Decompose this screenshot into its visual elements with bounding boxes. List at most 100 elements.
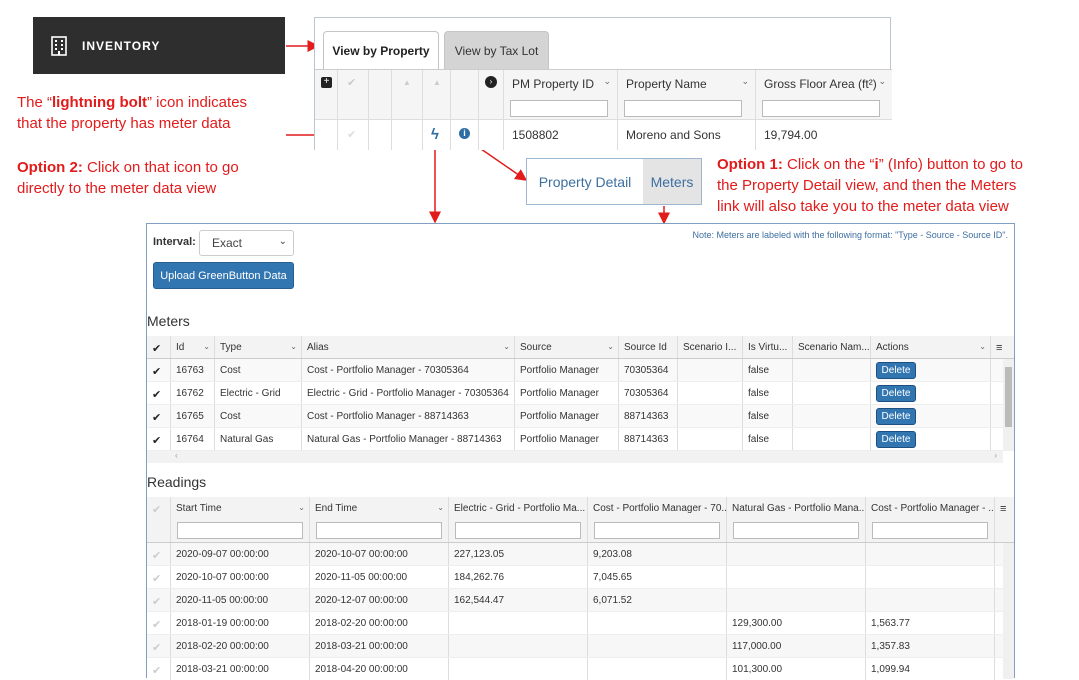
check-icon[interactable]: ✔: [152, 573, 161, 585]
row-check-cell: ✔: [147, 428, 171, 450]
reading-end-cell: 2018-04-20 00:00:00: [310, 658, 449, 680]
chevron-down-icon[interactable]: ⌄: [878, 76, 886, 87]
reading-row[interactable]: ✔ 2020-09-07 00:00:00 2020-10-07 00:00:00 2…: [147, 543, 1003, 566]
delete-button[interactable]: Delete: [876, 385, 916, 402]
meter-type-cell: Electric - Grid: [215, 382, 302, 404]
reading-start-cell: 2018-03-21 00:00:00: [171, 658, 310, 680]
chevron-right-icon[interactable]: ›: [485, 76, 497, 88]
upload-greenbutton-button[interactable]: Upload GreenButton Data: [153, 262, 294, 289]
check-icon[interactable]: ✔: [152, 619, 161, 631]
reading-row[interactable]: ✔ 2020-10-07 00:00:00 2020-11-05 00:00:00 1…: [147, 566, 1003, 589]
chevron-down-icon[interactable]: ⌄: [437, 503, 444, 512]
reading-row[interactable]: ✔ 2018-03-21 00:00:00 2018-04-20 00:00:00 1…: [147, 658, 1003, 680]
check-icon[interactable]: ✔: [152, 343, 161, 355]
chevron-down-icon[interactable]: ⌄: [503, 342, 510, 351]
chevron-down-icon: ⌄: [278, 236, 287, 247]
pm-property-id-value: 1508802: [512, 128, 559, 142]
chevron-down-icon[interactable]: ⌄: [290, 342, 297, 351]
chevron-down-icon[interactable]: ⌄: [603, 76, 611, 87]
scroll-left-icon[interactable]: ‹: [175, 451, 178, 460]
lightning-bolt-icon[interactable]: ϟ: [431, 126, 439, 143]
check-icon[interactable]: ✔: [152, 435, 161, 447]
delete-button[interactable]: Delete: [876, 431, 916, 448]
filter-input-cost2[interactable]: [872, 522, 988, 539]
sort-up-icon[interactable]: ▲: [403, 78, 411, 87]
filter-input-pm-id[interactable]: [510, 100, 608, 117]
filter-input-electric[interactable]: [455, 522, 581, 539]
check-icon[interactable]: ✔: [152, 665, 161, 677]
reading-start-cell: 2020-10-07 00:00:00: [171, 566, 310, 588]
property-detail-nav: Property Detail Meters: [526, 158, 702, 205]
meters-link[interactable]: Meters: [643, 159, 701, 204]
property-detail-link[interactable]: Property Detail: [527, 159, 643, 204]
reading-row[interactable]: ✔ 2018-01-19 00:00:00 2018-02-20 00:00:00 1…: [147, 612, 1003, 635]
check-icon[interactable]: ✔: [347, 76, 356, 89]
info-icon[interactable]: i: [459, 128, 470, 139]
annotation-text: ” icon indicates: [146, 94, 248, 111]
reading-row[interactable]: ✔ 2018-02-20 00:00:00 2018-03-21 00:00:00 1…: [147, 635, 1003, 658]
reading-cost2-cell: [866, 566, 995, 588]
filter-input-gas[interactable]: [733, 522, 859, 539]
menu-icon[interactable]: ≡: [996, 342, 1002, 354]
col-header-actions: Actions: [876, 342, 909, 353]
meter-row[interactable]: ✔ 16765 Cost Cost - Portfolio Manager - 887…: [147, 405, 1003, 428]
chevron-down-icon[interactable]: ⌄: [979, 342, 986, 351]
vertical-scrollbar[interactable]: [1003, 359, 1014, 451]
reading-start-cell: 2018-02-20 00:00:00: [171, 635, 310, 657]
actions-cell: Delete: [871, 382, 991, 404]
add-column-icon[interactable]: +: [321, 77, 332, 88]
chevron-down-icon[interactable]: ⌄: [741, 76, 749, 87]
meter-row[interactable]: ✔ 16764 Natural Gas Natural Gas - Portfolio…: [147, 428, 1003, 451]
reading-end-cell: 2020-11-05 00:00:00: [310, 566, 449, 588]
reading-end-cell: 2018-02-20 00:00:00: [310, 612, 449, 634]
meter-row[interactable]: ✔ 16763 Cost Cost - Portfolio Manager - 703…: [147, 359, 1003, 382]
tab-view-by-property[interactable]: View by Property: [323, 31, 439, 69]
horizontal-scrollbar[interactable]: ‹ ›: [147, 451, 1003, 463]
filter-input-end-time[interactable]: [316, 522, 442, 539]
filter-input-cost1[interactable]: [594, 522, 720, 539]
annotation-text: directly to the meter data view: [17, 180, 217, 197]
col-header-cost-70305364: Cost - Portfolio Manager - 70...: [593, 503, 727, 514]
check-icon[interactable]: ✔: [152, 550, 161, 562]
readings-section-title: Readings: [147, 474, 207, 490]
filter-input-gfa[interactable]: [762, 100, 880, 117]
row-check-cell: ✔: [147, 382, 171, 404]
check-icon[interactable]: ✔: [152, 596, 161, 608]
check-icon[interactable]: ✔: [152, 366, 161, 378]
interval-select[interactable]: Exact ⌄: [199, 230, 294, 256]
annotation-text: The “: [17, 94, 53, 111]
check-icon[interactable]: ✔: [347, 128, 356, 141]
meter-row[interactable]: ✔ 16762 Electric - Grid Electric - Grid - P…: [147, 382, 1003, 405]
chevron-down-icon[interactable]: ⌄: [607, 342, 614, 351]
menu-icon[interactable]: ≡: [1000, 503, 1006, 515]
chevron-down-icon[interactable]: ⌄: [203, 342, 210, 351]
sort-up-icon[interactable]: ▲: [433, 78, 441, 87]
annotation-text: Click on the “: [782, 156, 875, 173]
reading-cost2-cell: 1,563.77: [866, 612, 995, 634]
meter-source-cell: Portfolio Manager: [515, 405, 619, 427]
gross-floor-area-value: 19,794.00: [764, 128, 818, 142]
col-header-alias: Alias: [307, 342, 329, 353]
col-header-start-time: Start Time: [176, 503, 222, 514]
property-name-value: Moreno and Sons: [626, 128, 721, 142]
scroll-right-icon[interactable]: ›: [994, 451, 997, 460]
col-header-property-name: Property Name: [626, 77, 707, 91]
vertical-scrollbar[interactable]: [1003, 543, 1014, 679]
chevron-down-icon[interactable]: ⌄: [298, 503, 305, 512]
filter-input-property-name[interactable]: [624, 100, 742, 117]
reading-row[interactable]: ✔ 2020-11-05 00:00:00 2020-12-07 00:00:00 1…: [147, 589, 1003, 612]
empty-cell: [793, 382, 871, 404]
annotation-bold: Option 1:: [717, 156, 783, 173]
tab-view-by-tax-lot[interactable]: View by Tax Lot: [444, 31, 549, 69]
filter-input-start-time[interactable]: [177, 522, 303, 539]
meter-alias-cell: Electric - Grid - Portfolio Manager - 70…: [302, 382, 515, 404]
reading-end-cell: 2018-03-21 00:00:00: [310, 635, 449, 657]
check-icon[interactable]: ✔: [152, 389, 161, 401]
check-icon[interactable]: ✔: [152, 504, 161, 516]
check-icon[interactable]: ✔: [152, 642, 161, 654]
actions-cell: Delete: [871, 359, 991, 381]
delete-button[interactable]: Delete: [876, 408, 916, 425]
row-check-cell: ✔: [147, 635, 171, 657]
check-icon[interactable]: ✔: [152, 412, 161, 424]
delete-button[interactable]: Delete: [876, 362, 916, 379]
